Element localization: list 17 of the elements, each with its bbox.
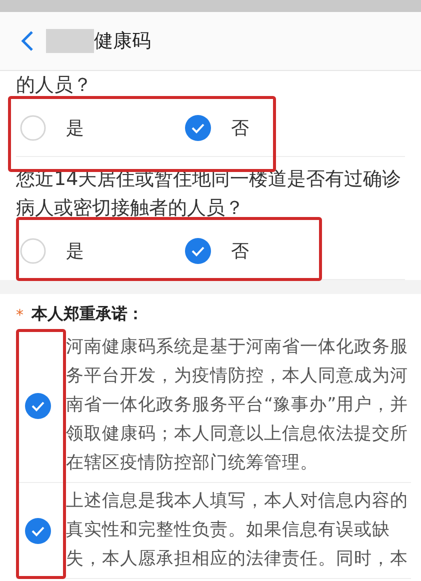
checkbox[interactable] xyxy=(25,518,51,544)
page-title: 健康码 xyxy=(94,29,151,54)
required-mark: * xyxy=(16,306,24,324)
pledge-text: 河南健康码系统是基于河南省一体化政务服务平台开发，为疫情防控，本人同意成为河南省一体化政务服务平台“豫事办”用户，并领取健康码；本人同意以上信息依法提交所在辖区疫情防控部门统筹管理。 xyxy=(66,336,410,475)
option-label: 是 xyxy=(66,117,84,140)
radio-button[interactable] xyxy=(20,238,46,264)
radio-button[interactable] xyxy=(185,238,211,264)
question-text: 的人员？ xyxy=(16,73,93,98)
option-label: 否 xyxy=(231,240,249,263)
option-label: 否 xyxy=(231,117,249,140)
back-icon[interactable] xyxy=(20,30,34,52)
radio-button[interactable] xyxy=(20,115,46,141)
option-label: 是 xyxy=(66,240,84,263)
section-title: 本人郑重承诺： xyxy=(32,304,144,325)
pledge-text: 上述信息是我本人填写，本人对信息内容的真实性和完整性负责。如果信息有误或缺失，本人愿承担相应的法律责任。同时，本 xyxy=(66,490,409,571)
checkbox[interactable] xyxy=(25,392,51,418)
radio-button[interactable] xyxy=(185,115,211,141)
